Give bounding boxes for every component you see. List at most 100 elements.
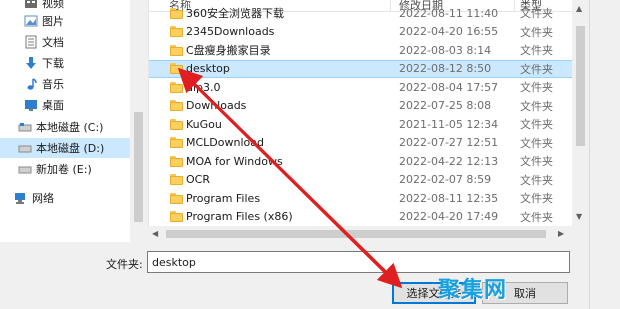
folder-icon [170,7,183,19]
documents-folder-icon [24,35,38,49]
folder-field-label: 文件夹: [106,258,143,271]
nav-item-label: 网络 [32,192,54,205]
item-name: MCLDownload [186,136,264,150]
folder-icon [170,118,183,130]
drive-icon [18,141,32,155]
network-icon [14,191,28,205]
nav-scrollbar[interactable] [130,0,147,242]
list-item[interactable]: Downloads 2022-07-25 8:08 文件夹 [149,97,572,116]
nav-item-label: 文档 [42,36,64,49]
list-item[interactable]: Program Files 2022-08-11 12:35 文件夹 [149,189,572,208]
watermark-logo: 聚集网 [438,278,508,303]
vertical-scrollbar-thumb[interactable] [576,26,585,146]
item-name: 2345Downloads [186,25,275,39]
list-item[interactable]: KuGou 2021-11-05 12:34 文件夹 [149,115,572,134]
item-name: Program Files (x86) [186,210,293,224]
file-list: 名称 修改日期 类型 360安全浏览器下载 2022-08-11 11:40 文… [148,0,572,242]
item-type: 文件夹 [520,210,553,224]
scroll-up-icon[interactable]: ▲ [576,4,582,13]
nav-item-desktop[interactable]: 桌面 [0,95,147,115]
nav-item-label: 本地磁盘 (D:) [36,142,105,155]
nav-item-documents[interactable]: 文档 [0,32,147,52]
folder-icon [170,44,183,56]
list-item[interactable]: MOA for Windows 2022-04-22 12:13 文件夹 [149,152,572,171]
item-type: 文件夹 [520,136,553,150]
nav-item-label: 图片 [42,15,64,28]
navigation-pane: 视频 图片 文档 下载 音乐 桌面 本地磁盘 (C:) 本地磁盘 (D:) 新加… [0,0,147,242]
item-date: 2022-08-11 12:35 [399,191,499,205]
list-item[interactable]: Program Files (x86) 2022-04-20 17:49 文件夹 [149,208,572,227]
desktop-folder-icon [24,98,38,112]
item-name: MOA for Windows [186,154,283,168]
item-type: 文件夹 [520,173,553,187]
item-name: 360安全浏览器下载 [186,7,284,21]
list-item[interactable]: MCLDownload 2022-07-27 12:51 文件夹 [149,134,572,153]
item-name: C盘瘦身搬家目录 [186,44,271,58]
vertical-scrollbar[interactable]: ▲ ▼ [572,0,589,242]
item-date: 2022-04-22 12:13 [399,154,499,168]
scroll-right-icon[interactable]: ▶ [558,229,564,238]
nav-item-label: 新加卷 (E:) [36,163,92,176]
item-date: 2022-08-04 17:57 [399,80,499,94]
folder-icon [170,100,183,112]
item-name: desktop [186,62,230,76]
list-item[interactable]: OCR 2022-02-07 8:59 文件夹 [149,171,572,190]
item-name: Downloads [186,99,247,113]
list-item[interactable]: dlp3.0 2022-08-04 17:57 文件夹 [149,78,572,97]
horizontal-scrollbar-thumb[interactable] [166,230,546,238]
list-item[interactable]: C盘瘦身搬家目录 2022-08-03 8:14 文件夹 [149,41,572,60]
item-name: OCR [186,173,210,187]
list-item[interactable]: 2345Downloads 2022-04-20 16:55 文件夹 [149,23,572,42]
nav-item-pictures[interactable]: 图片 [0,11,147,31]
music-folder-icon [24,77,38,91]
nav-item-label: 下载 [42,57,64,70]
nav-item-drive-d[interactable]: 本地磁盘 (D:) [0,138,147,158]
nav-item-label: 桌面 [42,99,64,112]
window-edge [589,0,620,309]
item-name: dlp3.0 [186,80,221,94]
item-type: 文件夹 [520,192,553,206]
nav-item-label: 视频 [42,0,64,10]
item-name: Program Files [186,191,261,205]
item-type: 文件夹 [520,118,553,132]
scroll-down-icon[interactable]: ▼ [576,212,582,221]
drive-icon [18,120,32,134]
item-date: 2022-08-11 11:40 [399,6,499,20]
nav-item-music[interactable]: 音乐 [0,74,147,94]
item-type: 文件夹 [520,155,553,169]
horizontal-scrollbar[interactable]: ◀ ▶ [148,226,572,242]
item-date: 2022-08-03 8:14 [399,43,492,57]
item-type: 文件夹 [520,44,553,58]
nav-item-network[interactable]: 网络 [0,188,147,208]
item-type: 文件夹 [520,25,553,39]
list-item[interactable]: 360安全浏览器下载 2022-08-11 11:40 文件夹 [149,4,572,23]
folder-icon [170,26,183,38]
item-type: 文件夹 [520,81,553,95]
item-date: 2022-07-27 12:51 [399,136,499,150]
folder-icon [170,174,183,186]
video-folder-icon [24,0,38,10]
item-name: KuGou [186,117,222,131]
folder-icon [170,137,183,149]
pictures-folder-icon [24,14,38,28]
folder-icon [170,155,183,167]
list-item-selected[interactable]: desktop 2022-08-12 8:50 文件夹 [149,59,572,78]
item-date: 2022-07-25 8:08 [399,99,492,113]
item-type: 文件夹 [520,62,553,76]
folder-icon [170,63,183,75]
nav-item-drive-e[interactable]: 新加卷 (E:) [0,159,147,179]
scroll-left-icon[interactable]: ◀ [152,229,158,238]
item-date: 2021-11-05 12:34 [399,117,499,131]
downloads-folder-icon [24,56,38,70]
item-type: 文件夹 [520,7,553,21]
item-type: 文件夹 [520,99,553,113]
folder-name-input[interactable] [147,251,570,273]
nav-item-downloads[interactable]: 下载 [0,53,147,73]
nav-item-label: 音乐 [42,78,64,91]
item-date: 2022-04-20 17:49 [399,210,499,224]
item-date: 2022-08-12 8:50 [399,62,492,76]
nav-scrollbar-thumb[interactable] [134,112,143,222]
drive-icon [18,162,32,176]
nav-item-drive-c[interactable]: 本地磁盘 (C:) [0,117,147,137]
folder-icon [170,81,183,93]
